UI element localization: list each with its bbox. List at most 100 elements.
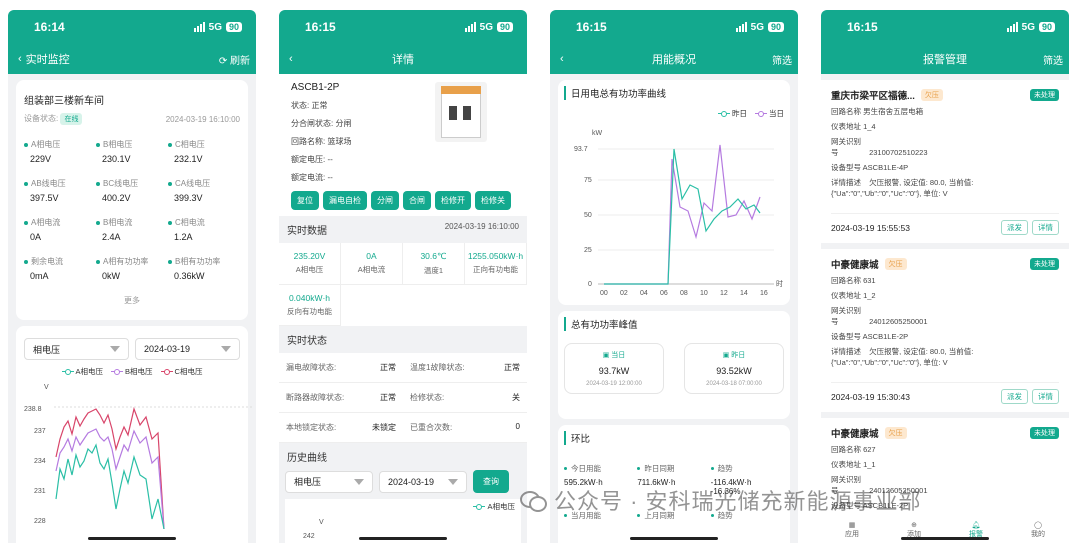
control-button-5[interactable]: 检修关 — [475, 191, 511, 210]
x-unit: 时 — [776, 279, 783, 288]
back-button[interactable]: ‹ 实时监控 — [18, 51, 70, 67]
refresh-button[interactable]: ⟳ 刷新 — [219, 52, 250, 67]
legend-a[interactable]: A相电压 — [61, 366, 104, 377]
alarm-field-addr: 仪表地址 1_4 — [831, 121, 1059, 132]
alarm-field-value: 1_1 — [863, 460, 876, 469]
y-tick: 242 — [303, 533, 315, 540]
peak-title: 总有功功率峰值 — [564, 317, 784, 331]
y-tick: 75 — [584, 177, 592, 184]
metric-item: A相有功功率 0kW — [96, 256, 168, 281]
home-indicator — [901, 537, 989, 540]
more-button[interactable]: 更多 — [24, 295, 240, 306]
metric-label: 剩余电流 — [24, 256, 96, 267]
alarm-field-loop: 回路名称 627 — [831, 444, 1059, 455]
alarm-card[interactable]: 中豪健康城 欠压 未处理 回路名称 631 仪表地址 1_2 网关识别号 24012605… — [821, 249, 1069, 412]
alarm-field-value: 627 — [863, 445, 876, 454]
nav-bar: ‹ 实时监控 ⟳ 刷新 — [8, 44, 256, 74]
filter-button[interactable]: 筛选 — [1043, 52, 1063, 67]
date-select[interactable]: 2024-03-19 — [379, 470, 467, 493]
signal-icon — [193, 22, 205, 32]
plus-icon: ⊕ — [911, 522, 917, 529]
status-value: 正常 — [380, 363, 396, 372]
alarm-field-value: 1_2 — [863, 291, 876, 300]
back-button[interactable]: ‹ — [289, 53, 293, 65]
alarm-field-value: 24012605250001 — [869, 317, 928, 326]
alarm-field-value: ASCB1LE-2P — [862, 332, 909, 341]
legend-a[interactable]: A相电压 — [473, 501, 515, 512]
metric-value: 2.4A — [102, 232, 121, 242]
legend-today[interactable]: 当日 — [755, 108, 784, 119]
legend-today-label: 当日 — [769, 109, 784, 118]
metric-item: AB线电压 397.5V — [24, 178, 96, 203]
phase-select[interactable]: 相电压 — [285, 470, 373, 493]
chart-legend: 昨日 当日 — [564, 108, 784, 119]
series-b-line — [55, 428, 165, 529]
dispatch-button[interactable]: 派发 — [1001, 220, 1028, 235]
legend-marker-icon — [718, 110, 730, 117]
watermark: 公众号 · 安科瑞光储充新能源事业部 — [520, 484, 922, 516]
status-value: 关 — [512, 393, 520, 402]
metric-value: 232.1V — [174, 154, 203, 164]
nav-bar: 报警管理 筛选 — [821, 44, 1069, 74]
y-tick: 238.8 — [24, 406, 42, 413]
alarm-field-desc: 详情描述 欠压报警, 设定值: 80.0, 当前值: {"Ua":"0","Ub… — [831, 346, 1059, 368]
alarm-field-label: 仪表地址 — [831, 291, 861, 300]
history-title: 历史曲线 — [287, 453, 327, 464]
rated-voltage: 额定电压: -- — [291, 155, 333, 164]
status-item: 漏电故障状态: 正常 — [279, 353, 403, 383]
legend-c[interactable]: C相电压 — [160, 366, 202, 377]
tab-apps[interactable]: ▦ 应用 — [845, 521, 859, 539]
x-tick: 12 — [720, 290, 728, 297]
calendar-icon: ▣ — [722, 352, 730, 359]
phase-select-value: 相电压 — [33, 344, 61, 355]
metric-item: B相电流 2.4A — [96, 217, 168, 242]
back-label: 实时监控 — [25, 54, 70, 66]
tab-mine[interactable]: ◯ 我的 — [1031, 521, 1045, 539]
chart-title: 日用电总有功功率曲线 — [564, 86, 784, 100]
alarm-field-loop: 回路名称 男生宿舍五层电箱 — [831, 106, 1059, 117]
alarm-card[interactable]: 重庆市梁平区福德... 欠压 未处理 回路名称 男生宿舍五层电箱 仪表地址 1_4 网关识… — [821, 80, 1069, 243]
legend-marker-icon — [755, 110, 767, 117]
battery-icon: 90 — [496, 22, 513, 32]
status-item: 断路器故障状态: 正常 — [279, 383, 403, 413]
control-button-1[interactable]: 漏电自检 — [323, 191, 367, 210]
realtime-time: 2024-03-19 16:10:00 — [444, 222, 519, 231]
legend-marker-icon — [111, 368, 124, 375]
alarm-field-label: 详情描述 — [831, 347, 861, 356]
alarm-field-addr: 仪表地址 1_1 — [831, 459, 1059, 470]
metric-item: BC线电压 400.2V — [96, 178, 168, 203]
detail-button[interactable]: 详情 — [1032, 389, 1059, 404]
alarm-field-desc: 详情描述 欠压报警, 设定值: 80.0, 当前值: {"Ua":"0","Ub… — [831, 177, 1059, 199]
legend-b[interactable]: B相电压 — [111, 366, 153, 377]
home-indicator — [630, 537, 718, 540]
control-button-2[interactable]: 分闸 — [371, 191, 399, 210]
filter-button[interactable]: 筛选 — [772, 52, 792, 67]
legend-a-label: A相电压 — [75, 367, 104, 376]
clock: 16:15 — [847, 20, 878, 34]
calendar-icon: ▣ — [602, 352, 610, 359]
status-bar: 16:14 5G 90 — [8, 10, 256, 44]
status-key: 温度1故障状态: — [410, 363, 465, 372]
battery-icon: 90 — [225, 22, 242, 32]
phase-select[interactable]: 相电压 — [24, 338, 129, 360]
realtime-label: A相电压 — [295, 265, 324, 274]
peak-yesterday-time: 2024-03-18 07:00:00 — [706, 381, 762, 387]
realtime-cell: 0.040kW·h 反向有功电能 — [279, 285, 341, 326]
control-button-4[interactable]: 检修开 — [435, 191, 471, 210]
legend-yesterday[interactable]: 昨日 — [718, 108, 747, 119]
back-button[interactable]: ‹ — [560, 53, 564, 65]
x-tick: 14 — [740, 290, 748, 297]
alarm-state-badge: 未处理 — [1030, 258, 1059, 270]
battery-icon: 90 — [767, 22, 784, 32]
control-button-3[interactable]: 合闸 — [403, 191, 431, 210]
date-select[interactable]: 2024-03-19 — [135, 338, 240, 360]
phase-select-value: 相电压 — [294, 477, 322, 487]
control-button-0[interactable]: 复位 — [291, 191, 319, 210]
query-button[interactable]: 查询 — [473, 470, 509, 493]
detail-button[interactable]: 详情 — [1032, 220, 1059, 235]
y-tick: 50 — [584, 212, 592, 219]
tab-mine-label: 我的 — [1031, 531, 1045, 538]
dispatch-button[interactable]: 派发 — [1001, 389, 1028, 404]
unit-label: V — [44, 384, 49, 391]
alarm-time: 2024-03-19 15:55:53 — [831, 222, 910, 233]
